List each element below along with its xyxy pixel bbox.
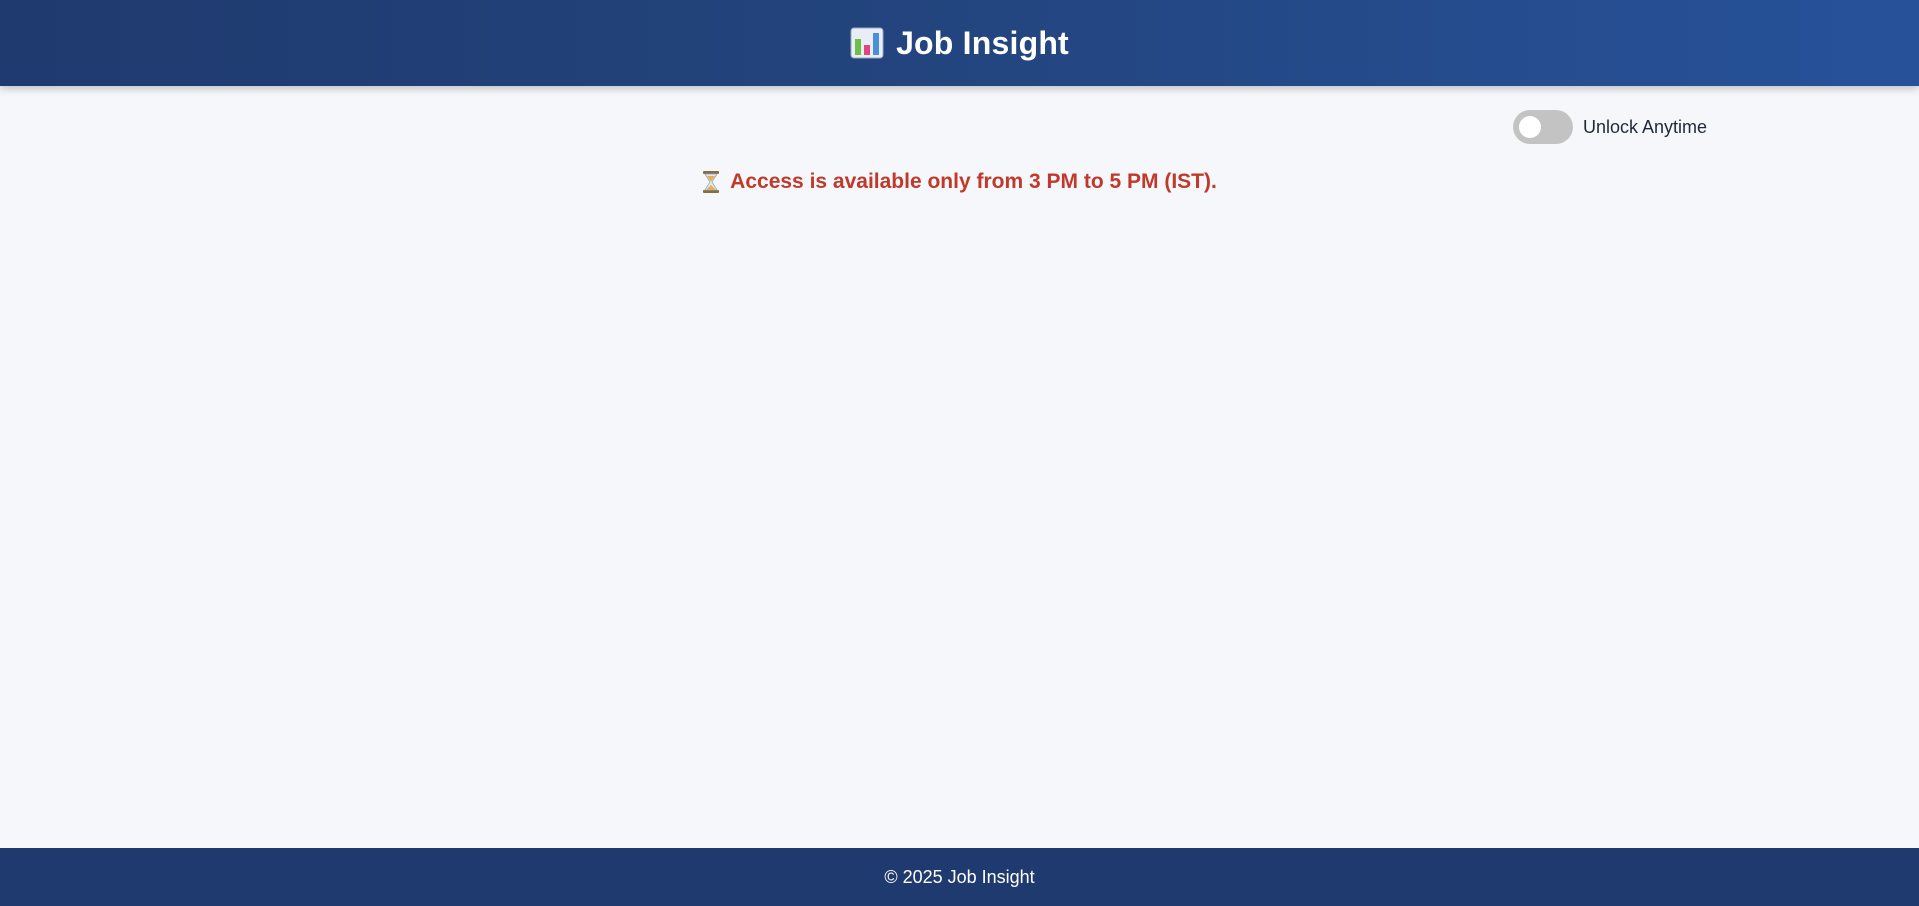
brand: Job Insight [850, 25, 1069, 62]
hourglass-icon [703, 171, 720, 193]
unlock-anytime-label: Unlock Anytime [1583, 116, 1708, 137]
app-footer: © 2025 Job Insight [0, 848, 1919, 906]
footer-copyright: © 2025 Job Insight [884, 866, 1035, 887]
unlock-toggle-row: Unlock Anytime [1513, 110, 1707, 144]
unlock-anytime-toggle[interactable] [1513, 110, 1573, 144]
page: Job Insight Unlock Anytime Access is ava… [0, 0, 1919, 906]
access-notice: Access is available only from 3 PM to 5 … [0, 170, 1919, 194]
app-header: Job Insight [0, 0, 1919, 86]
access-notice-text: Access is available only from 3 PM to 5 … [730, 170, 1217, 193]
app-title: Job Insight [896, 24, 1069, 61]
bar-chart-icon [850, 27, 884, 59]
toggle-knob [1519, 116, 1541, 138]
